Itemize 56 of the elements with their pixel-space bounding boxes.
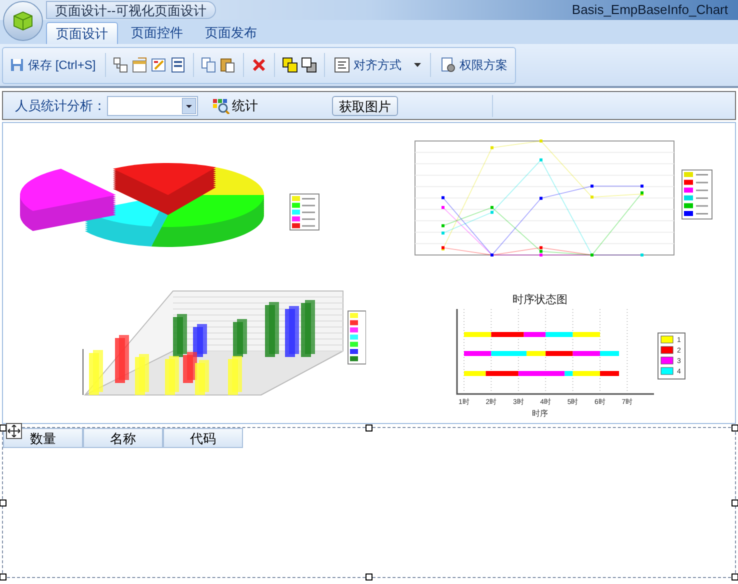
copy-icon[interactable] bbox=[200, 57, 217, 73]
bring-front-icon[interactable] bbox=[282, 57, 298, 73]
resize-handle[interactable] bbox=[0, 499, 6, 506]
document-gear-icon bbox=[440, 57, 456, 73]
column-header: 代码 bbox=[163, 428, 243, 448]
statistics-button[interactable]: 统计 bbox=[212, 96, 258, 116]
move-handle-icon[interactable] bbox=[6, 423, 22, 439]
align-dropdown[interactable]: 对齐方式 bbox=[332, 56, 423, 74]
send-back-icon[interactable] bbox=[300, 57, 317, 73]
paste-icon[interactable] bbox=[220, 57, 236, 73]
chart-title: 时序状态图 bbox=[512, 294, 568, 306]
permissions-button[interactable]: 权限方案 bbox=[438, 56, 510, 74]
bar bbox=[89, 350, 103, 395]
ribbon-tab[interactable]: 页面设计 bbox=[46, 22, 118, 44]
form-icon[interactable] bbox=[170, 57, 186, 73]
save-button[interactable]: 保存 [Ctrl+S] bbox=[8, 56, 98, 74]
caret-icon bbox=[414, 63, 421, 67]
select-field[interactable] bbox=[107, 96, 198, 116]
filter-label: 人员统计分析： bbox=[15, 96, 107, 115]
bar bbox=[115, 335, 129, 383]
resize-handle[interactable] bbox=[732, 424, 738, 432]
delete-icon[interactable] bbox=[250, 57, 267, 73]
cube-icon bbox=[11, 10, 35, 32]
column-header: 名称 bbox=[83, 428, 163, 448]
chart-legend-drawing bbox=[348, 310, 366, 364]
bar bbox=[135, 354, 149, 395]
bar bbox=[173, 314, 187, 357]
ribbon-tab[interactable]: 页面发布 bbox=[196, 22, 266, 44]
resize-handle[interactable] bbox=[732, 499, 738, 506]
bar bbox=[183, 352, 197, 383]
resize-handle[interactable] bbox=[0, 574, 6, 580]
bar bbox=[165, 356, 179, 395]
bar bbox=[195, 360, 209, 395]
resize-handle[interactable] bbox=[732, 574, 738, 580]
resize-handle[interactable] bbox=[366, 574, 372, 580]
bar bbox=[193, 324, 207, 357]
chart-search-icon bbox=[212, 98, 230, 114]
chart-legend-drawing bbox=[290, 194, 320, 230]
properties-icon[interactable] bbox=[132, 57, 148, 73]
save-icon bbox=[10, 58, 24, 72]
insert-icon[interactable] bbox=[112, 57, 129, 73]
dropdown-icon[interactable] bbox=[182, 98, 196, 114]
ribbon-tab[interactable]: 页面控件 bbox=[122, 22, 192, 44]
resize-handle[interactable] bbox=[366, 424, 372, 432]
axis-label: 时序 bbox=[532, 409, 548, 418]
bar bbox=[233, 319, 247, 357]
bar bbox=[265, 302, 279, 357]
bar bbox=[228, 356, 242, 395]
align-icon bbox=[334, 57, 350, 73]
window-title: 页面设计--可视化页面设计 bbox=[46, 1, 216, 19]
chart-legend-drawing bbox=[682, 170, 712, 220]
bar bbox=[301, 300, 315, 357]
bar bbox=[285, 306, 299, 357]
edit-icon[interactable] bbox=[150, 57, 167, 73]
get-image-button[interactable]: 获取图片 bbox=[332, 96, 398, 116]
document-name: Basis_EmpBaseInfo_Chart bbox=[572, 1, 729, 20]
